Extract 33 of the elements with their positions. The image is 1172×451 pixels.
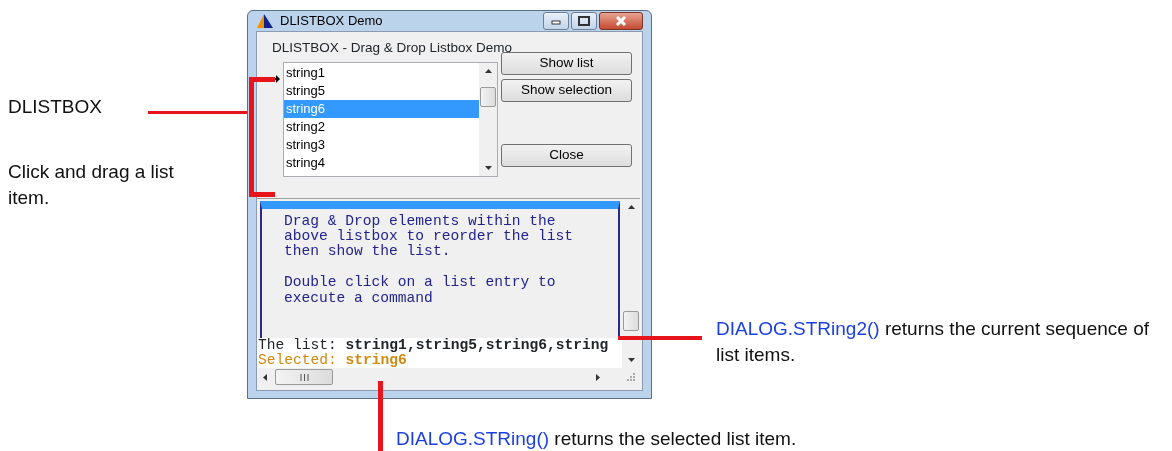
grip-icon: [299, 373, 309, 381]
list-item[interactable]: string5: [284, 81, 479, 100]
callout-text: Click and drag a list item.: [8, 160, 175, 210]
scroll-up-icon: [626, 202, 636, 211]
list-item[interactable]: string2: [284, 117, 479, 136]
resize-grip-icon: [626, 372, 636, 383]
maximize-button[interactable]: [571, 11, 597, 30]
info-text: Drag & Drop elements within the above listbox to reorder the list then show the list.: [284, 213, 574, 260]
close-icon: [615, 15, 627, 26]
list-item[interactable]: string1: [284, 63, 479, 82]
callout-label: DLISTBOX: [8, 95, 102, 119]
window-title: DLISTBOX Demo: [280, 12, 383, 30]
scroll-down-icon: [626, 356, 636, 365]
dialog-button[interactable]: Show list: [501, 51, 632, 75]
scrollbar-thumb[interactable]: [480, 86, 496, 107]
scroll-right-icon: [594, 372, 602, 382]
listbox[interactable]: string1 string5 string6 string2 string3 string4: [283, 61, 498, 177]
maximize-icon: [578, 15, 590, 26]
scroll-down-icon: [483, 163, 493, 172]
callout-text: DIALOG.STRing() returns the selected list item.: [396, 427, 798, 451]
scrollbar[interactable]: [479, 62, 497, 176]
close-button[interactable]: [599, 11, 643, 30]
dialog-button[interactable]: Show selection: [501, 78, 632, 102]
scrollbar-thumb[interactable]: [623, 310, 639, 331]
dialog-button[interactable]: Close: [501, 143, 632, 167]
scroll-left-icon: [261, 372, 269, 382]
scrollbar-thumb[interactable]: [275, 369, 333, 386]
info-text: Double click on a list entry to execute a command: [284, 275, 557, 306]
list-item[interactable]: string3: [284, 135, 479, 154]
scroll-up-icon: [483, 66, 493, 75]
callout-text: DIALOG.STRing2() returns the current sequence of list items.: [716, 317, 1150, 367]
app-logo-icon: [256, 12, 274, 29]
list-item[interactable]: string4: [284, 153, 479, 172]
